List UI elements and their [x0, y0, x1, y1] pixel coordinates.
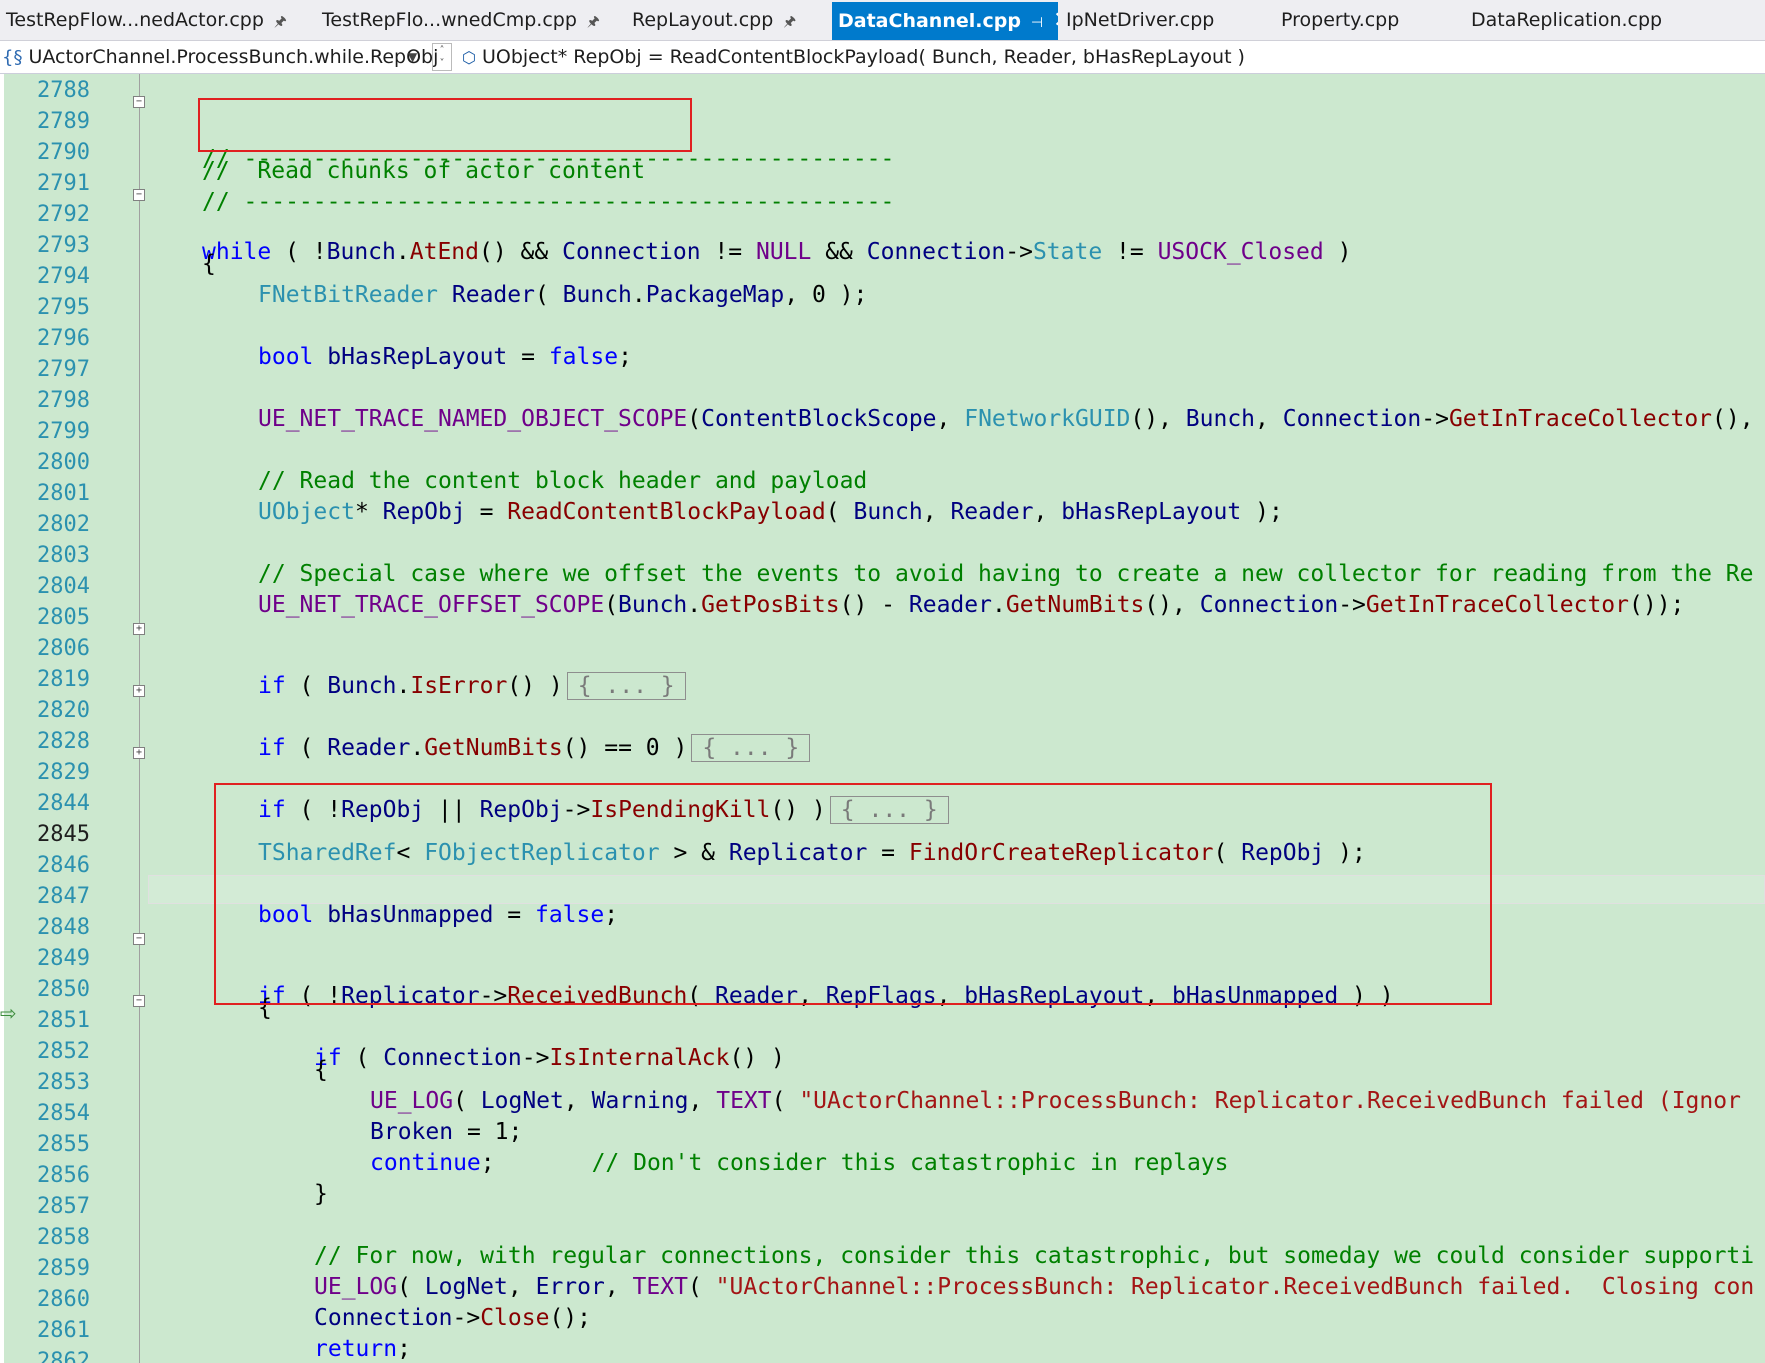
code-line: 2791 // --------------------------------…	[0, 149, 1765, 215]
collapse-icon[interactable]: −	[133, 995, 145, 1007]
code-line: 2820 + if ( Reader.GetNumBits() == 0 ){ …	[0, 676, 1765, 762]
document-tab-bar: TestRepFlow...nedActor.cpp 🖈︎ TestRepFlo.…	[0, 0, 1765, 41]
scope-label: UActorChannel.ProcessBunch.while.RepObj	[28, 46, 439, 68]
code-line: 2851 − if ( Connection->IsInternalAck() …	[0, 986, 1765, 1071]
code-line: 2819	[0, 645, 1765, 692]
code-line: 2858 // For now, with regular connection…	[0, 1203, 1765, 1269]
code-line: 2852 {	[0, 1017, 1765, 1083]
code-line: 2792 − while ( !Bunch.AtEnd() && Connect…	[0, 180, 1765, 265]
code-line: 2846	[0, 831, 1765, 878]
line-number: 2862	[37, 1349, 90, 1363]
tab-datareplication[interactable]: DataReplication.cpp	[1465, 0, 1715, 40]
collapse-icon[interactable]: −	[133, 933, 145, 945]
code-line: 2856 }	[0, 1141, 1765, 1207]
pin-icon[interactable]: 🖈︎	[587, 14, 600, 30]
code-line: 2860 Connection->Close();	[0, 1265, 1765, 1331]
pin-icon[interactable]: ⊣	[1031, 15, 1043, 31]
pin-icon[interactable]: 🖈︎	[274, 14, 287, 30]
code-line: 2802	[0, 490, 1765, 537]
code-editor[interactable]: ⇨ 2788 2789 − // -----------------------…	[0, 74, 1765, 1363]
code-line: 2798 UE_NET_TRACE_NAMED_OBJECT_SCOPE(Con…	[0, 366, 1765, 432]
code-line: 2861 return;	[0, 1296, 1765, 1362]
code-line: 2790 // Read chunks of actor content	[0, 118, 1765, 184]
scope-dropdown[interactable]: {§ UActorChannel.ProcessBunch.while.RepOb…	[0, 43, 438, 71]
code-line: 2854 Broken = 1;	[0, 1079, 1765, 1145]
code-line: 2806 + if ( Bunch.IsError() ){ ... }	[0, 614, 1765, 700]
tab-testrepflo-owned-cmp[interactable]: TestRepFlo...wnedCmp.cpp 🖈︎	[316, 0, 616, 40]
code-line: 2789 − // ------------------------------…	[0, 87, 1765, 172]
code-line: 2849 − if ( !Replicator->ReceivedBunch( …	[0, 924, 1765, 1009]
pin-icon[interactable]: 🖈︎	[783, 14, 796, 30]
navigation-bar: {§ UActorChannel.ProcessBunch.while.RepOb…	[0, 41, 1765, 74]
tab-replayout[interactable]: RepLayout.cpp 🖈︎	[626, 0, 824, 40]
member-icon: ⬡	[462, 48, 476, 67]
tab-label: TestRepFlo...wnedCmp.cpp	[322, 9, 577, 31]
code-line: 2804 UE_NET_TRACE_OFFSET_SCOPE(Bunch.Get…	[0, 552, 1765, 618]
tab-label: RepLayout.cpp	[632, 9, 774, 31]
code-line: 2857	[0, 1172, 1765, 1219]
code-line: 2788	[0, 74, 1765, 103]
tab-testrepflow-owned-actor[interactable]: TestRepFlow...nedActor.cpp 🖈︎	[0, 0, 310, 40]
expand-icon[interactable]: +	[133, 747, 145, 759]
scope-spinner[interactable]: ˄ ˅	[432, 43, 452, 71]
code-line: 2794 FNetBitReader Reader( Bunch.Package…	[0, 242, 1765, 308]
code-line: 2848	[0, 893, 1765, 940]
tab-label: DataChannel.cpp	[838, 10, 1021, 32]
member-dropdown[interactable]: ⬡ UObject* RepObj = ReadContentBlockPaylo…	[462, 43, 1245, 71]
code-line: 2829 + if ( !RepObj || RepObj->IsPending…	[0, 738, 1765, 824]
tab-datachannel[interactable]: DataChannel.cpp ⊣ ✕	[832, 2, 1058, 40]
tab-label: TestRepFlow...nedActor.cpp	[6, 9, 264, 31]
code-line: 2797	[0, 335, 1765, 382]
tab-ipnetdriver[interactable]: IpNetDriver.cpp	[1060, 0, 1260, 40]
member-label: UObject* RepObj = ReadContentBlockPayloa…	[481, 46, 1245, 68]
code-line: 2796 bool bHasRepLayout = false;	[0, 304, 1765, 370]
code-line: 2799	[0, 397, 1765, 444]
code-line: 2847 bool bHasUnmapped = false;	[0, 862, 1765, 928]
code-line: 2844	[0, 769, 1765, 816]
collapse-icon[interactable]: −	[133, 189, 145, 201]
code-line: 2805	[0, 583, 1765, 630]
collapse-icon[interactable]: −	[133, 96, 145, 108]
tab-property[interactable]: Property.cpp	[1275, 0, 1445, 40]
code-line: 2845 TSharedRef< FObjectReplicator > & R…	[0, 800, 1765, 866]
chevron-down-icon[interactable]: ▼	[408, 43, 417, 71]
close-icon[interactable]: ✕	[1053, 8, 1058, 33]
expand-icon[interactable]: +	[133, 685, 145, 697]
code-line: 2862 }	[0, 1327, 1765, 1363]
code-line: 2793 {	[0, 211, 1765, 277]
tab-label: Property.cpp	[1281, 9, 1400, 31]
scope-icon: {§	[2, 47, 23, 68]
tab-label: DataReplication.cpp	[1471, 9, 1663, 31]
code-line: 2801 UObject* RepObj = ReadContentBlockP…	[0, 459, 1765, 525]
tab-label: IpNetDriver.cpp	[1066, 9, 1215, 31]
code-line: 2828	[0, 707, 1765, 754]
code-line: 2795	[0, 273, 1765, 320]
code-line: 2853 UE_LOG( LogNet, Warning, TEXT( "UAc…	[0, 1048, 1765, 1114]
code-line: 2850 {	[0, 955, 1765, 1021]
expand-icon[interactable]: +	[133, 623, 145, 635]
code-line: 2859 UE_LOG( LogNet, Error, TEXT( "UActo…	[0, 1234, 1765, 1300]
code-line: 2855 continue; // Don't consider this ca…	[0, 1110, 1765, 1176]
code-line: 2803 // Special case where we offset the…	[0, 521, 1765, 587]
code-line: 2800 // Read the content block header an…	[0, 428, 1765, 494]
